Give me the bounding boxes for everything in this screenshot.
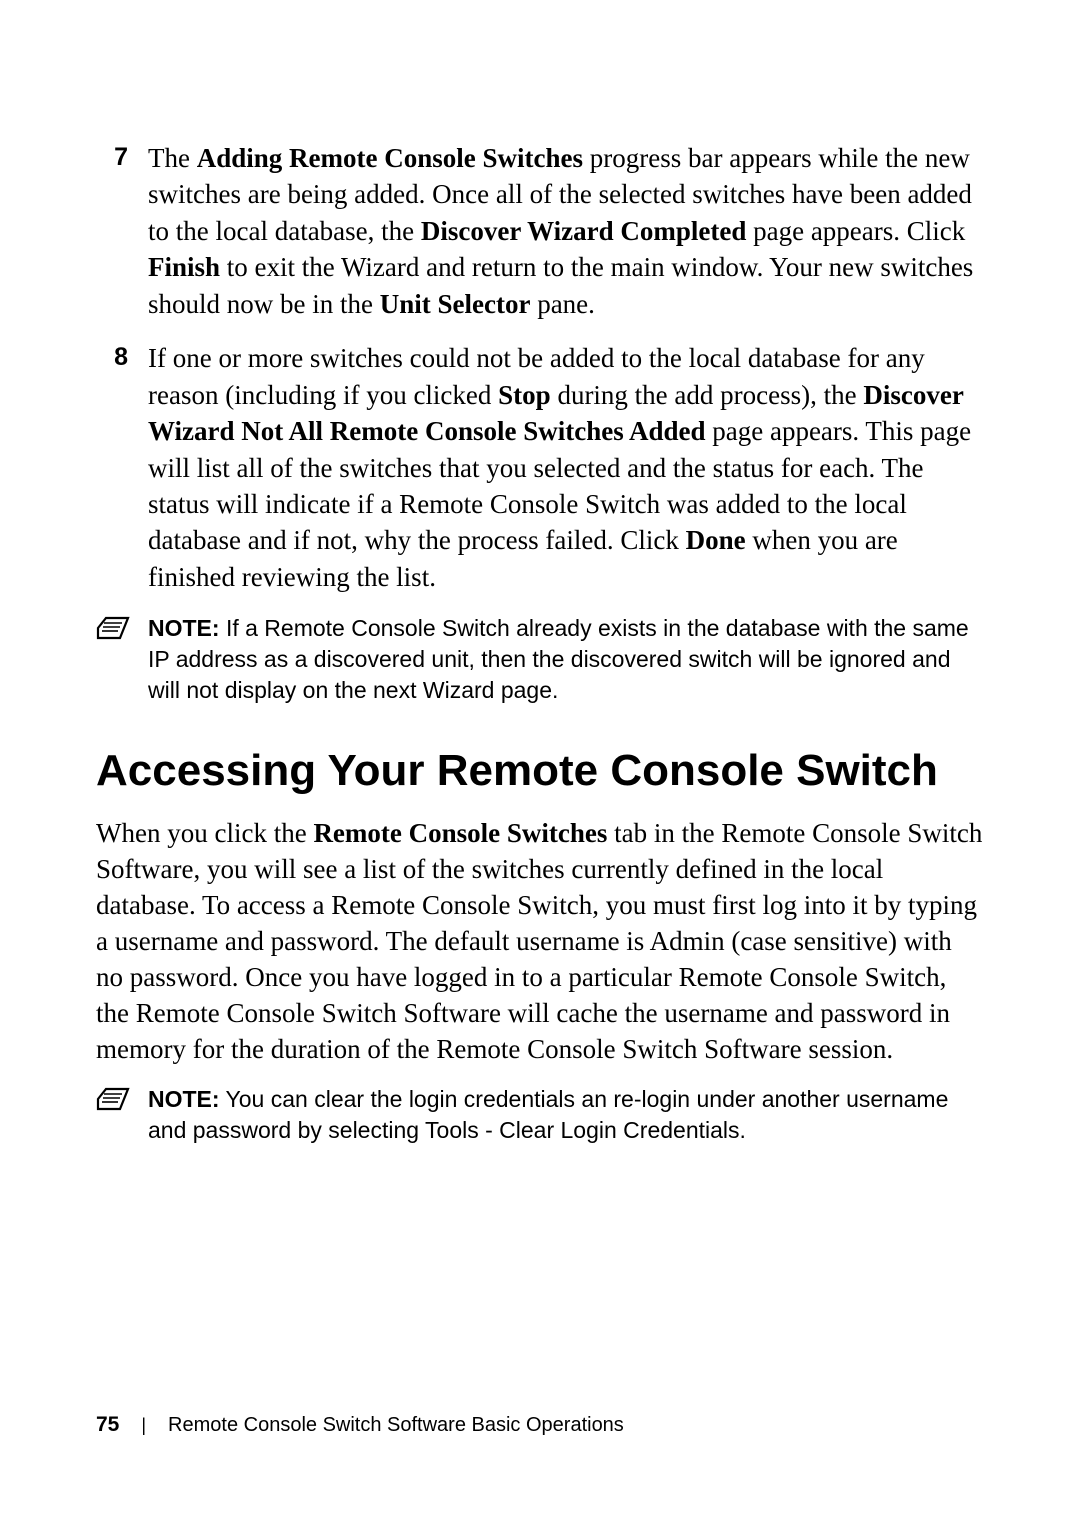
text: The [148, 143, 197, 173]
step-8: 8 If one or more switches could not be a… [96, 340, 984, 595]
text: pane. [530, 289, 594, 319]
note-body: If a Remote Console Switch already exist… [148, 615, 969, 703]
step-body: If one or more switches could not be add… [128, 340, 984, 595]
text: tab in the Remote Console Switch Softwar… [96, 818, 982, 1063]
note-block: NOTE: If a Remote Console Switch already… [96, 613, 984, 706]
note-text: NOTE: If a Remote Console Switch already… [148, 613, 984, 706]
footer-separator: | [141, 1415, 146, 1436]
step-number: 7 [96, 140, 128, 172]
bold-text: Discover Wizard Completed [421, 216, 746, 246]
text: page appears. Click [746, 216, 965, 246]
note-label: NOTE: [148, 1086, 220, 1112]
page: 7 The Adding Remote Console Switches pro… [0, 0, 1080, 1529]
note-label: NOTE: [148, 615, 220, 641]
note-icon [96, 1086, 130, 1117]
bold-text: Unit Selector [380, 289, 531, 319]
page-number: 75 [96, 1413, 119, 1437]
section-heading: Accessing Your Remote Console Switch [96, 746, 984, 796]
note-text: NOTE: You can clear the login credential… [148, 1084, 984, 1146]
note-icon-col [96, 613, 148, 646]
step-body: The Adding Remote Console Switches progr… [128, 140, 984, 322]
bold-text: Done [686, 525, 746, 555]
note-icon [96, 615, 130, 646]
text: When you click the [96, 818, 313, 848]
bold-text: Adding Remote Console Switches [197, 143, 583, 173]
body-paragraph: When you click the Remote Console Switch… [96, 816, 984, 1067]
step-number: 8 [96, 340, 128, 372]
page-footer: 75 | Remote Console Switch Software Basi… [96, 1413, 624, 1437]
note-icon-col [96, 1084, 148, 1117]
step-7: 7 The Adding Remote Console Switches pro… [96, 140, 984, 322]
text: during the add process), the [551, 380, 864, 410]
chapter-title: Remote Console Switch Software Basic Ope… [168, 1414, 624, 1437]
bold-text: Remote Console Switches [313, 818, 607, 848]
bold-text: Stop [498, 380, 551, 410]
note-body: You can clear the login credentials an r… [148, 1086, 948, 1143]
bold-text: Finish [148, 252, 220, 282]
note-block: NOTE: You can clear the login credential… [96, 1084, 984, 1146]
